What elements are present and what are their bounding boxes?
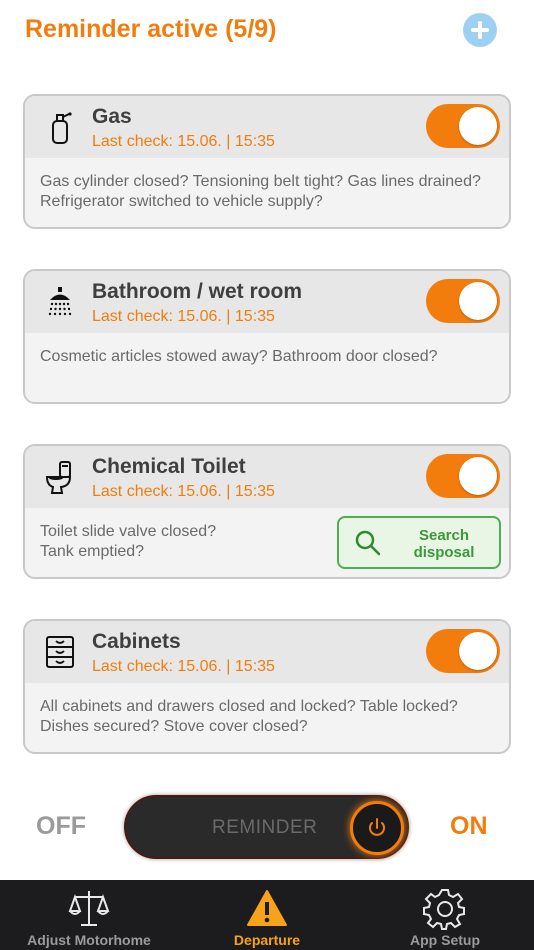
tab-label: Adjust Motorhome: [27, 932, 151, 948]
card-last-check: Last check: 15.06. | 15:35: [92, 483, 275, 500]
tab-label: Departure: [233, 932, 301, 948]
card-description: Cosmetic articles stowed away? Bathroom …: [40, 348, 438, 365]
reminder-card-gas: Gas Last check: 15.06. | 15:35 Gas cylin…: [23, 94, 511, 229]
slider-label: REMINDER: [212, 817, 318, 838]
cabinets-toggle[interactable]: [426, 629, 500, 673]
search-icon: [355, 530, 381, 556]
toggle-knob: [459, 632, 497, 670]
card-title: Gas: [92, 105, 132, 128]
tab-departure[interactable]: Departure: [178, 880, 356, 950]
slider-handle[interactable]: [350, 801, 404, 855]
card-title: Chemical Toilet: [92, 455, 246, 478]
toilet-icon: [45, 461, 72, 494]
toggle-knob: [459, 107, 497, 145]
card-last-check: Last check: 15.06. | 15:35: [92, 133, 275, 150]
card-description: Toilet slide valve closed? Tank emptied?: [40, 523, 217, 560]
reminder-card-cabinets: Cabinets Last check: 15.06. | 15:35 All …: [23, 619, 511, 754]
search-label-line-1: Search: [418, 527, 470, 544]
toilet-toggle[interactable]: [426, 454, 500, 498]
header: Reminder active (5/9): [0, 0, 534, 62]
power-icon: [369, 818, 385, 836]
scales-icon: [68, 891, 110, 926]
card-last-check: Last check: 15.06. | 15:35: [92, 308, 275, 325]
reminder-card-bathroom: Bathroom / wet room Last check: 15.06. |…: [23, 269, 511, 404]
page-title: Reminder active (5/9): [25, 15, 277, 43]
card-title: Bathroom / wet room: [92, 280, 303, 303]
gear-icon: [423, 889, 465, 930]
reminder-off-label[interactable]: OFF: [36, 812, 86, 841]
gas-cylinder-icon: [52, 112, 72, 144]
search-disposal-button[interactable]: Search disposal: [337, 516, 501, 569]
reminder-slider[interactable]: REMINDER: [124, 795, 409, 859]
card-last-check: Last check: 15.06. | 15:35: [92, 658, 275, 675]
reminder-card-toilet: Chemical Toilet Last check: 15.06. | 15:…: [23, 444, 511, 579]
search-disposal-label: Search disposal: [399, 527, 489, 561]
add-reminder-button[interactable]: [463, 13, 497, 47]
tab-label: App Setup: [410, 932, 480, 948]
toggle-knob: [459, 457, 497, 495]
card-description: Gas cylinder closed? Tensioning belt tig…: [40, 173, 481, 210]
toggle-knob: [459, 282, 497, 320]
search-label-line-2: disposal: [413, 544, 475, 561]
bathroom-toggle[interactable]: [426, 279, 500, 323]
card-description: All cabinets and drawers closed and lock…: [40, 698, 458, 735]
reminder-on-label[interactable]: ON: [450, 812, 488, 841]
tab-adjust-motorhome[interactable]: Adjust Motorhome: [0, 880, 178, 950]
tab-bar: Adjust Motorhome Departure App Setup: [0, 880, 534, 950]
card-title: Cabinets: [92, 630, 181, 653]
gas-toggle[interactable]: [426, 104, 500, 148]
cabinet-icon: [46, 636, 74, 668]
warning-icon: [247, 890, 287, 926]
tab-app-setup[interactable]: App Setup: [356, 880, 534, 950]
shower-icon: [48, 287, 72, 316]
